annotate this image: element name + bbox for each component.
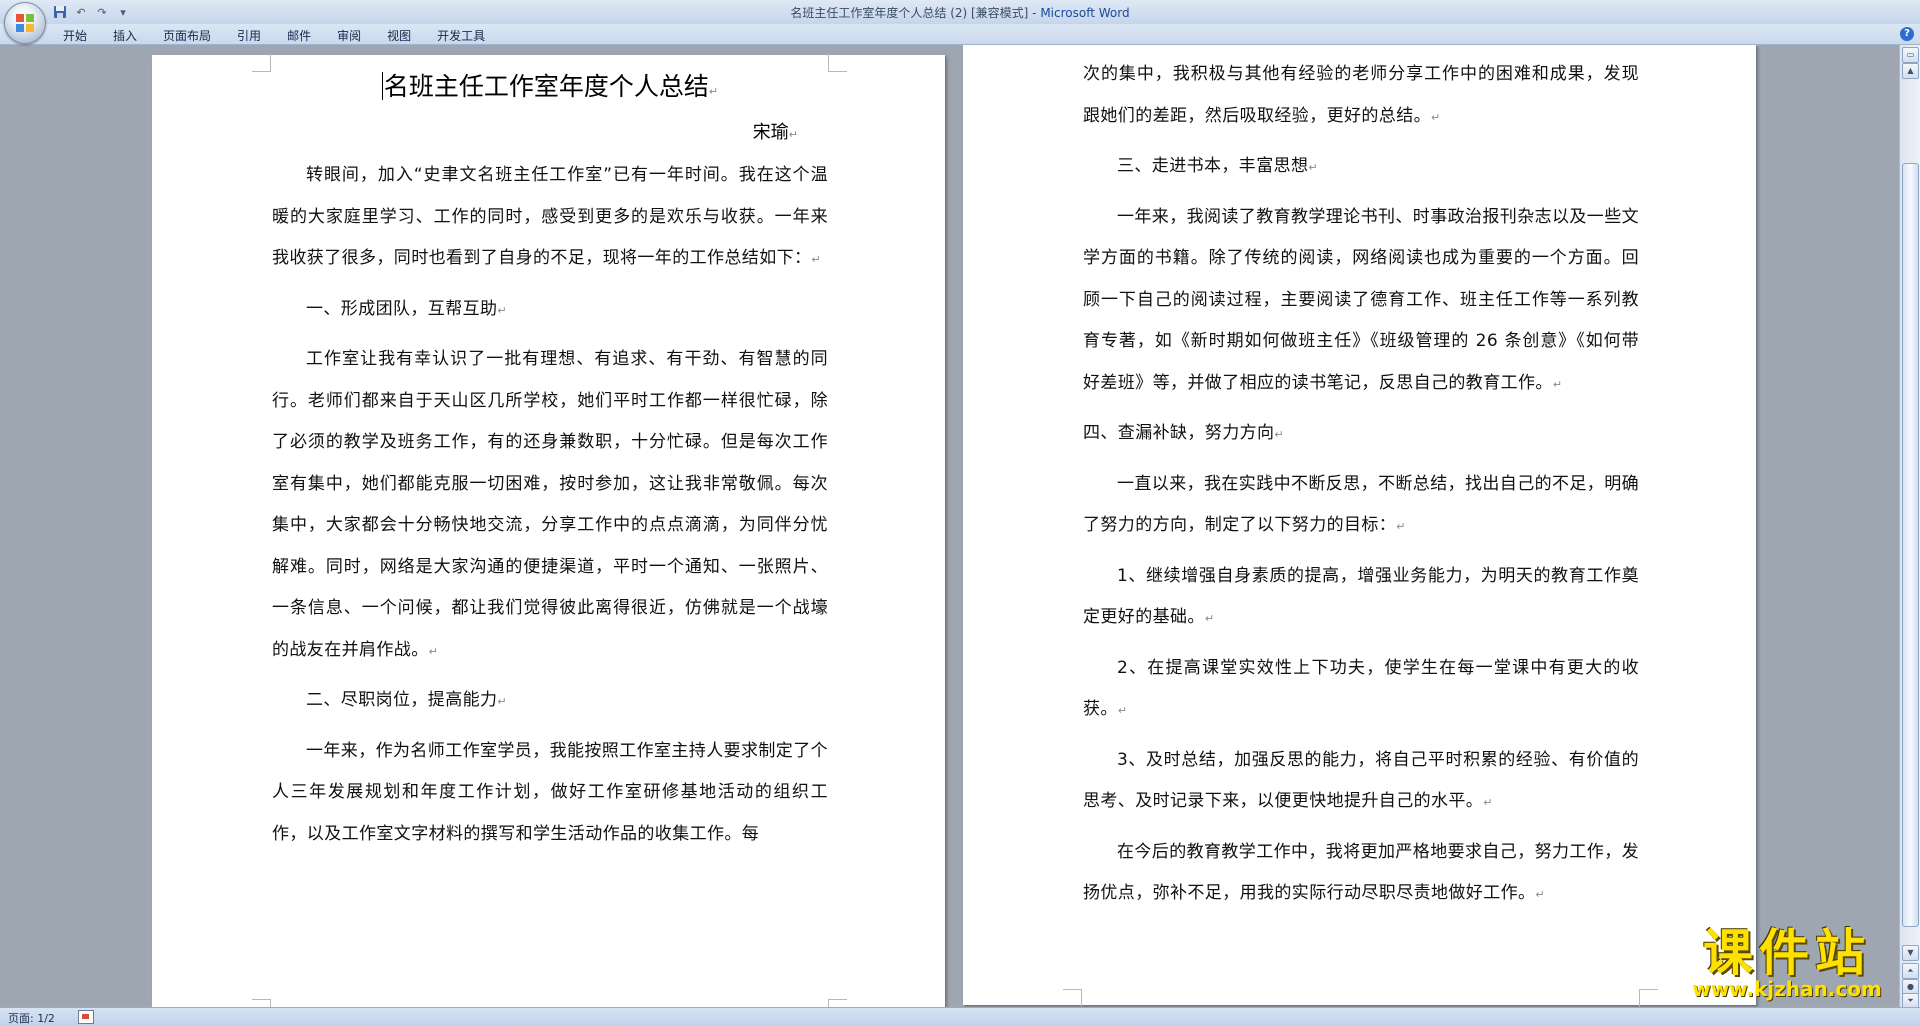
paragraph-mark: ↵ [1274,428,1285,441]
crop-mark [828,999,847,1007]
paragraph: 一直以来，我在实践中不断反思，不断总结，找出自己的不足，明确了努力的方向，制定了… [1083,464,1639,548]
paragraph-text: 一年来，作为名师工作室学员，我能按照工作室主持人要求制定了个人三年发展规划和年度… [272,740,828,844]
document-author-text: 宋瑜 [752,122,789,143]
tab-mailings[interactable]: 邮件 [274,25,324,46]
paragraph-mark: ↵ [708,85,719,98]
paragraph: 工作室让我有幸认识了一批有理想、有追求、有干劲、有智慧的同行。老师们都来自于天山… [272,339,828,672]
document-area[interactable]: 名班主任工作室年度个人总结↵ 宋瑜↵ 转眼间，加入“史聿文名班主任工作室”已有一… [0,45,1900,1007]
crop-mark [1063,989,1082,1007]
paragraph-mark: ↵ [1483,796,1493,809]
document-title: 名班主任工作室年度个人总结↵ [272,67,828,107]
previous-page-icon[interactable]: ⏶ [1902,963,1919,979]
paragraph-mark: ↵ [497,695,508,708]
crop-mark [828,53,847,72]
office-logo-icon [16,14,34,32]
title-bar: ↶ ↷ ▾ 名班主任工作室年度个人总结 (2) [兼容模式] - Microso… [0,0,1920,44]
watermark-url: www.kjzhan.com [1692,977,1882,1001]
paragraph-text: 一年来，我阅读了教育教学理论书刊、时事政治报刊杂志以及一些文学方面的书籍。除了传… [1083,206,1639,393]
paragraph-text: 在今后的教育教学工作中，我将更加严格地要求自己，努力工作，发扬优点，弥补不足，用… [1083,841,1639,904]
tab-review[interactable]: 审阅 [324,25,374,46]
crop-mark [252,999,271,1007]
paragraph: 1、继续增强自身素质的提高，增强业务能力，为明天的教育工作奠定更好的基础。↵ [1083,556,1639,640]
paragraph: 2、在提高课堂实效性上下功夫，使学生在每一堂课中有更大的收获。↵ [1083,648,1639,732]
document-author: 宋瑜↵ [272,111,828,155]
paragraph: 一年来，作为名师工作室学员，我能按照工作室主持人要求制定了个人三年发展规划和年度… [272,731,828,856]
paragraph-text: 1、继续增强自身素质的提高，增强业务能力，为明天的教育工作奠定更好的基础。 [1083,565,1639,628]
text-cursor [381,72,383,100]
paragraph: 二、尽职岗位，提高能力↵ [272,680,828,723]
paragraph-mark: ↵ [788,128,798,141]
page-1-text: 名班主任工作室年度个人总结↵ 宋瑜↵ 转眼间，加入“史聿文名班主任工作室”已有一… [272,55,828,863]
paragraph-text: 3、及时总结，加强反思的能力，将自己平时积累的经验、有价值的思考、及时记录下来，… [1083,749,1639,812]
tab-page-layout[interactable]: 页面布局 [150,25,224,46]
paragraph-mark: ↵ [497,303,508,317]
paragraph-text: 工作室让我有幸认识了一批有理想、有追求、有干劲、有智慧的同行。老师们都来自于天山… [272,349,828,660]
paragraph-mark: ↵ [1552,377,1563,391]
page-1-paragraphs: 转眼间，加入“史聿文名班主任工作室”已有一年时间。我在这个温暖的大家庭里学习、工… [272,155,828,855]
proofing-status-icon[interactable] [78,1010,94,1024]
tab-references[interactable]: 引用 [224,25,274,46]
page-count[interactable]: 页面: 1/2 [8,1010,55,1026]
watermark-text: 课件站 [1703,924,1871,982]
paragraph-text: 三、走进书本，丰富思想 [1117,156,1309,176]
paragraph: 3、及时总结，加强反思的能力，将自己平时积累的经验、有价值的思考、及时记录下来，… [1083,740,1639,824]
help-icon[interactable]: ? [1900,27,1914,41]
paragraph-mark: ↵ [1431,110,1441,124]
paragraph-mark: ↵ [1117,704,1128,717]
ribbon-tabs: 开始 插入 页面布局 引用 邮件 审阅 视图 开发工具 [50,25,498,46]
crop-mark [1639,989,1658,1007]
window-title: 名班主任工作室年度个人总结 (2) [兼容模式] - Microsoft Wor… [0,4,1920,21]
document-page-1[interactable]: 名班主任工作室年度个人总结↵ 宋瑜↵ 转眼间，加入“史聿文名班主任工作室”已有一… [152,53,945,1007]
tab-home[interactable]: 开始 [50,25,100,46]
status-bar: 页面: 1/2 [0,1007,1920,1026]
paragraph: 四、查漏补缺，努力方向↵ [1083,413,1639,456]
window-title-document: 名班主任工作室年度个人总结 (2) [兼容模式] - [790,6,1041,20]
paragraph-mark: ↵ [1204,612,1215,625]
paragraph-mark: ↵ [1535,888,1546,901]
paragraph-mark: ↵ [811,253,822,266]
crop-mark [252,53,271,72]
paragraph-text: 一、形成团队，互帮互助 [306,298,498,319]
paragraph-text: 次的集中，我积极与其他有经验的老师分享工作中的困难和成果，发现跟她们的差距，然后… [1083,64,1639,126]
scroll-up-arrow-icon[interactable]: ▲ [1902,63,1919,79]
paragraph: 转眼间，加入“史聿文名班主任工作室”已有一年时间。我在这个温暖的大家庭里学习、工… [272,155,828,281]
paragraph: 三、走进书本，丰富思想↵ [1083,146,1639,189]
page-2-paragraphs: 次的集中，我积极与其他有经验的老师分享工作中的困难和成果，发现跟她们的差距，然后… [1083,54,1639,916]
paragraph-text: 四、查漏补缺，努力方向 [1083,423,1275,443]
paragraph-text: 二、尽职岗位，提高能力 [306,690,498,710]
scroll-down-arrow-icon[interactable]: ▼ [1902,945,1919,961]
paragraph-mark: ↵ [1396,520,1406,533]
scrollbar-thumb[interactable] [1902,163,1919,927]
ribbon-tab-bar: 开始 插入 页面布局 引用 邮件 审阅 视图 开发工具 ? [0,24,1920,45]
paragraph: 次的集中，我积极与其他有经验的老师分享工作中的困难和成果，发现跟她们的差距，然后… [1083,54,1639,138]
document-title-text: 名班主任工作室年度个人总结 [383,72,709,101]
paragraph: 一、形成团队，互帮互助↵ [272,289,828,332]
paragraph-mark: ↵ [1308,161,1319,174]
tab-view[interactable]: 视图 [374,25,424,46]
paragraph: 一年来，我阅读了教育教学理论书刊、时事政治报刊杂志以及一些文学方面的书籍。除了传… [1083,197,1639,406]
paragraph-text: 转眼间，加入“史聿文名班主任工作室”已有一年时间。我在这个温暖的大家庭里学习、工… [272,165,828,268]
ruler-toggle-icon[interactable]: ▭ [1902,47,1919,63]
paragraph-text: 2、在提高课堂实效性上下功夫，使学生在每一堂课中有更大的收获。 [1083,657,1639,720]
document-page-2[interactable]: 次的集中，我积极与其他有经验的老师分享工作中的困难和成果，发现跟她们的差距，然后… [963,45,1756,1007]
tab-developer[interactable]: 开发工具 [424,25,498,46]
office-button[interactable] [4,2,46,44]
tab-insert[interactable]: 插入 [100,25,150,46]
paragraph-text: 一直以来，我在实践中不断反思，不断总结，找出自己的不足，明确了努力的方向，制定了… [1083,473,1639,536]
window-title-app: Microsoft Word [1040,6,1130,20]
vertical-scrollbar[interactable]: ▭ ▲ ▼ ⏶ ● ⏷ [1899,45,1920,1009]
watermark-logo: 课件站 www.kjzhan.com [1672,925,1902,1001]
paragraph: 在今后的教育教学工作中，我将更加严格地要求自己，努力工作，发扬优点，弥补不足，用… [1083,832,1639,916]
paragraph-mark: ↵ [428,644,439,658]
page-2-text: 次的集中，我积极与其他有经验的老师分享工作中的困难和成果，发现跟她们的差距，然后… [1083,54,1639,924]
